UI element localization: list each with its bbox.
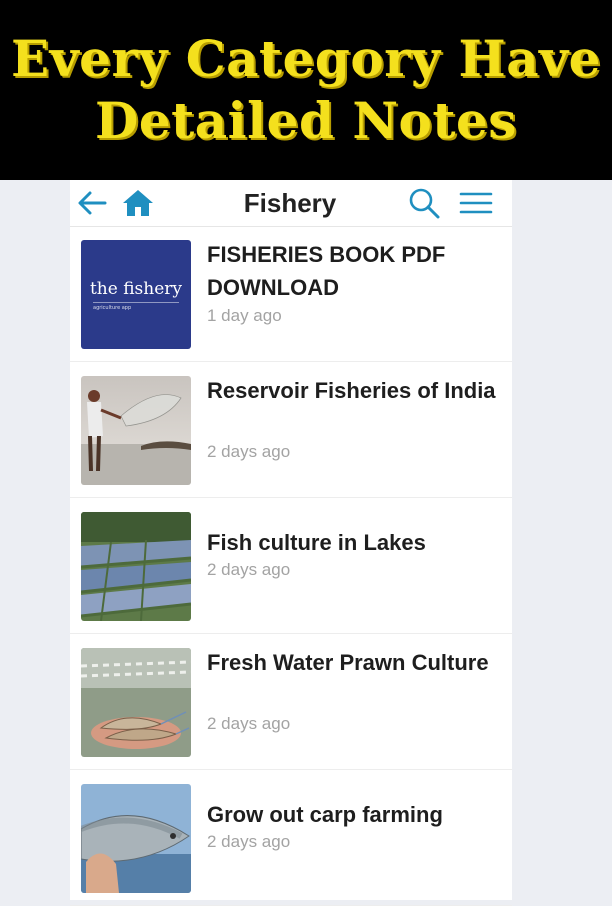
home-button[interactable] bbox=[120, 186, 156, 220]
back-arrow-icon bbox=[78, 191, 107, 215]
prawn-pond-thumbnail bbox=[81, 648, 191, 757]
search-icon bbox=[409, 188, 440, 219]
app-screen: Fishery the fishery agriculture app FISH… bbox=[70, 180, 512, 906]
item-timestamp: 1 day ago bbox=[207, 306, 282, 325]
list-item[interactable]: Grow out carp farming 2 days ago bbox=[70, 770, 512, 906]
hamburger-menu-icon bbox=[459, 192, 493, 214]
item-title: Grow out carp farming bbox=[207, 802, 443, 827]
home-icon bbox=[123, 190, 153, 216]
back-button[interactable] bbox=[74, 186, 110, 220]
banner-headline-line-2: Detailed Notes bbox=[95, 91, 517, 150]
item-timestamp: 2 days ago bbox=[207, 714, 291, 733]
item-timestamp: 2 days ago bbox=[207, 560, 291, 579]
item-title: Fresh Water Prawn Culture bbox=[207, 650, 489, 675]
list-item[interactable]: Fresh Water Prawn Culture 2 days ago bbox=[70, 634, 512, 770]
search-button[interactable] bbox=[406, 186, 442, 220]
carp-fish-thumbnail bbox=[81, 784, 191, 893]
list-item[interactable]: Reservoir Fisheries of India 2 days ago bbox=[70, 362, 512, 498]
book-cover-thumbnail: the fishery agriculture app bbox=[81, 240, 191, 349]
list-item[interactable]: the fishery agriculture app FISHERIES BO… bbox=[70, 226, 512, 362]
item-title: Reservoir Fisheries of India bbox=[207, 378, 496, 403]
item-title: Fish culture in Lakes bbox=[207, 530, 426, 555]
thumbnail-title: the fishery bbox=[89, 278, 183, 299]
fish-ponds-thumbnail bbox=[81, 512, 191, 621]
promo-banner: Every Category Have Detailed Notes bbox=[0, 0, 612, 180]
thumbnail-subtitle: agriculture app bbox=[93, 301, 179, 311]
app-bar: Fishery bbox=[70, 180, 512, 227]
item-title: FISHERIES BOOK PDF DOWNLOAD bbox=[207, 242, 446, 300]
article-list: the fishery agriculture app FISHERIES BO… bbox=[70, 226, 512, 906]
menu-button[interactable] bbox=[458, 186, 494, 220]
fisherman-net-thumbnail bbox=[81, 376, 191, 485]
banner-headline-line-1: Every Category Have bbox=[11, 29, 601, 88]
item-timestamp: 2 days ago bbox=[207, 442, 291, 461]
list-item[interactable]: Fish culture in Lakes 2 days ago bbox=[70, 498, 512, 634]
page-title: Fishery bbox=[243, 188, 337, 218]
item-timestamp: 2 days ago bbox=[207, 832, 291, 851]
